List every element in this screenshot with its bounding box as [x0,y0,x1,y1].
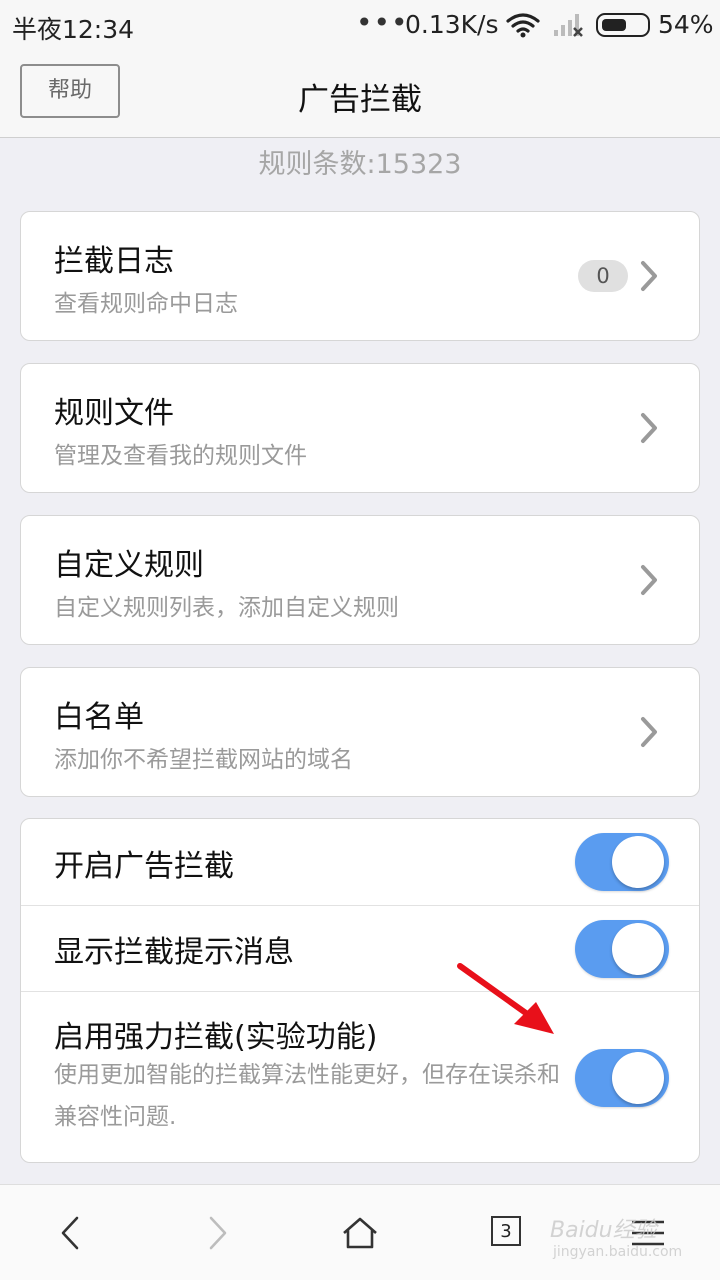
toggle-knob [612,836,664,888]
home-button[interactable] [310,1185,410,1280]
setting-label: 开启广告拦截 [54,849,234,884]
card-rule-files[interactable]: 规则文件 管理及查看我的规则文件 [20,363,700,493]
back-icon [61,1216,79,1250]
setting-description: 使用更加智能的拦截算法性能更好，但存在误杀和兼容性问题. [54,1062,560,1130]
card-title: 规则文件 [54,396,174,431]
show-notice-toggle[interactable] [575,920,669,978]
title-bar: 帮助 广告拦截 [0,52,720,138]
signal-icon [552,12,586,44]
battery-icon [596,13,650,37]
wifi-icon [506,12,540,44]
forward-icon [209,1216,227,1250]
setting-label: 启用强力拦截(实验功能) [54,1020,378,1055]
forward-button[interactable] [168,1185,268,1280]
watermark-logo: Baidu经验 [550,1218,657,1243]
card-subtitle: 添加你不希望拦截网站的域名 [54,747,353,773]
status-time: 半夜12:34 [12,15,135,44]
card-subtitle: 管理及查看我的规则文件 [54,443,307,469]
enable-adblock-toggle[interactable] [575,833,669,891]
setting-row-strong-block: 启用强力拦截(实验功能) 使用更加智能的拦截算法性能更好，但存在误杀和兼容性问题… [21,992,699,1162]
rule-count-text: 规则条数:15323 [258,149,462,180]
network-speed: 0.13K/s [405,10,499,39]
setting-row-enable-adblock: 开启广告拦截 [21,819,699,905]
chevron-right-icon [639,716,659,752]
chevron-right-icon [639,564,659,600]
card-title: 白名单 [54,700,144,735]
setting-row-show-notice: 显示拦截提示消息 [21,906,699,991]
page-title: 广告拦截 [298,82,422,118]
annotation-arrow-icon [452,958,562,1044]
watermark-url: jingyan.baidu.com [553,1244,683,1260]
card-custom-rules[interactable]: 自定义规则 自定义规则列表，添加自定义规则 [20,515,700,645]
tabs-count: 3 [491,1216,521,1246]
home-icon [343,1217,377,1249]
card-subtitle: 查看规则命中日志 [54,291,238,317]
status-bar: 半夜12:34 ••• 0.13K/s 54% [0,0,720,52]
card-title: 自定义规则 [54,548,204,583]
card-subtitle: 自定义规则列表，添加自定义规则 [54,595,399,621]
card-whitelist[interactable]: 白名单 添加你不希望拦截网站的域名 [20,667,700,797]
strong-block-toggle[interactable] [575,1049,669,1107]
chevron-right-icon [639,412,659,448]
setting-label: 显示拦截提示消息 [54,935,294,970]
toggle-knob [612,923,664,975]
notification-dots-icon: ••• [356,6,409,39]
card-title: 拦截日志 [54,244,174,279]
battery-percent: 54% [658,10,714,39]
tabs-button[interactable]: 3 [454,1185,554,1280]
toggle-knob [612,1052,664,1104]
log-count-badge: 0 [578,260,628,292]
chevron-right-icon [639,260,659,296]
settings-group: 开启广告拦截 显示拦截提示消息 启用强力拦截(实验功能) 使用更加智能的拦截算法… [20,818,700,1163]
back-button[interactable] [20,1185,120,1280]
card-block-log[interactable]: 拦截日志 查看规则命中日志 0 [20,211,700,341]
